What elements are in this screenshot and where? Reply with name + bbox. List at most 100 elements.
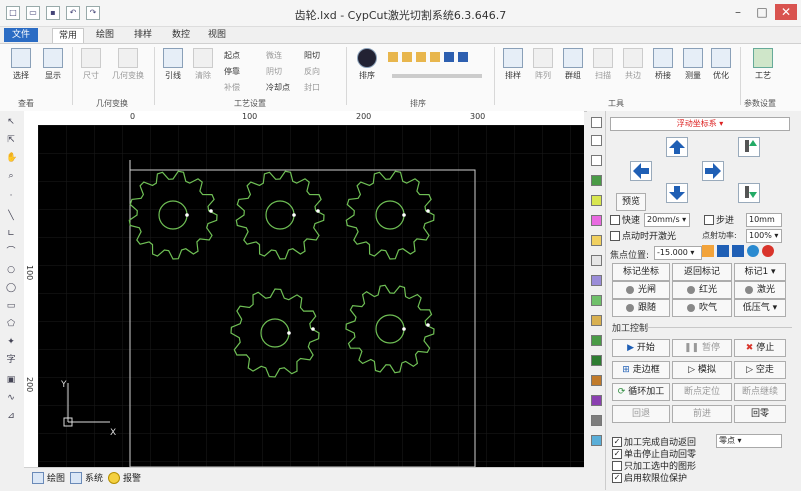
geo-transform-button[interactable]: 几何变换 bbox=[108, 48, 148, 81]
negative-cut-button[interactable]: 阴切 bbox=[266, 66, 282, 77]
sort-tool-icon[interactable] bbox=[430, 52, 440, 62]
gas-select[interactable]: 低压气 ▾ bbox=[734, 299, 786, 317]
jog-right-button[interactable] bbox=[702, 161, 724, 181]
focus-input[interactable]: -15.000 ▾ bbox=[654, 246, 702, 260]
retreat-button[interactable]: 回退 bbox=[612, 405, 670, 423]
reverse-button[interactable]: 反向 bbox=[304, 66, 320, 77]
line-icon[interactable]: ╲ bbox=[6, 211, 16, 221]
laser-button[interactable]: 激光 bbox=[734, 281, 786, 299]
coord-system-select[interactable]: 浮动坐标系 ▾ bbox=[610, 117, 790, 131]
minimize-button[interactable]: – bbox=[727, 4, 749, 20]
star-icon[interactable]: ✦ bbox=[6, 337, 16, 347]
blow-button[interactable]: 吹气 bbox=[672, 299, 732, 317]
tab-home[interactable]: 常用 bbox=[52, 28, 85, 43]
jog-up-button[interactable] bbox=[666, 137, 688, 157]
plus-icon[interactable] bbox=[732, 245, 744, 257]
layer-swatch[interactable] bbox=[591, 355, 602, 366]
ellipse-icon[interactable]: ◯ bbox=[6, 283, 16, 293]
show-button[interactable]: 显示 bbox=[38, 48, 68, 81]
layer-swatch[interactable] bbox=[591, 117, 602, 128]
layer-swatch[interactable] bbox=[591, 275, 602, 286]
micro-joint-button[interactable]: 微连 bbox=[266, 50, 282, 61]
layer-swatch[interactable] bbox=[591, 295, 602, 306]
z-up-button[interactable] bbox=[738, 137, 760, 157]
layer-swatch[interactable] bbox=[591, 375, 602, 386]
pause-button[interactable]: ❚❚ 暂停 bbox=[672, 339, 732, 357]
cooling-point-button[interactable]: 冷却点 bbox=[266, 82, 290, 93]
laser-on-click-checkbox[interactable]: 点动时开激光 bbox=[610, 229, 676, 242]
size-button[interactable]: 尺寸 bbox=[76, 48, 106, 81]
red-light-button[interactable]: 红光 bbox=[672, 281, 732, 299]
step-checkbox[interactable]: 步进 bbox=[704, 213, 734, 226]
text-icon[interactable]: 字 bbox=[6, 355, 16, 365]
zoom-icon[interactable]: ⌕ bbox=[6, 171, 16, 181]
drawing-canvas[interactable]: Y X bbox=[38, 125, 584, 468]
arc-icon[interactable]: ⌒ bbox=[6, 247, 16, 257]
power-select[interactable]: 100% ▾ bbox=[746, 229, 782, 243]
tab-system[interactable]: 系统 bbox=[70, 471, 103, 484]
pointer-icon[interactable]: ↖ bbox=[6, 117, 16, 127]
common-edge-button[interactable]: 共边 bbox=[618, 48, 648, 81]
layer-swatch[interactable] bbox=[591, 255, 602, 266]
layer-swatch[interactable] bbox=[591, 335, 602, 346]
tab-alarm[interactable]: 报警 bbox=[108, 471, 141, 484]
return-mark-button[interactable]: 返回标记 bbox=[672, 263, 732, 281]
shutter-button[interactable]: 光闸 bbox=[612, 281, 670, 299]
start-point-button[interactable]: 起点 bbox=[224, 50, 240, 61]
arrange-button[interactable]: 排样 bbox=[498, 48, 528, 81]
sort-tool-icon[interactable] bbox=[402, 52, 412, 62]
tab-nc[interactable]: 数控 bbox=[166, 28, 196, 42]
closed-button[interactable]: 封口 bbox=[304, 82, 320, 93]
play-icon[interactable] bbox=[702, 245, 714, 257]
fast-checkbox[interactable]: 快速 bbox=[610, 213, 640, 226]
bridge-button[interactable]: 桥接 bbox=[648, 48, 678, 81]
mark-coord-button[interactable]: 标记坐标 bbox=[612, 263, 670, 281]
layer-swatch[interactable] bbox=[591, 395, 602, 406]
loop-button[interactable]: ⟳ 循环加工 bbox=[612, 383, 670, 401]
layer-swatch[interactable] bbox=[591, 155, 602, 166]
spline-icon[interactable]: ∿ bbox=[6, 393, 16, 403]
positive-cut-button[interactable]: 阳切 bbox=[304, 50, 320, 61]
layer-swatch[interactable] bbox=[591, 315, 602, 326]
sort-button[interactable]: 排序 bbox=[352, 48, 382, 81]
cancel-icon[interactable] bbox=[762, 245, 774, 257]
group-button[interactable]: 群组 bbox=[558, 48, 588, 81]
breakpoint-continue-button[interactable]: 断点继续 bbox=[734, 383, 786, 401]
array-button[interactable]: 阵列 bbox=[528, 48, 558, 81]
follow-button[interactable]: 跟随 bbox=[612, 299, 670, 317]
step-select[interactable]: 10mm ▾ bbox=[746, 213, 782, 236]
sort-tool-icon[interactable] bbox=[388, 52, 398, 62]
tab-file[interactable]: 文件 bbox=[4, 28, 38, 42]
measure-button[interactable]: 测量 bbox=[678, 48, 708, 81]
select-button[interactable]: 选择 bbox=[6, 48, 36, 81]
sort-slider[interactable] bbox=[392, 74, 482, 78]
mark1-select[interactable]: 标记1 ▾ bbox=[734, 263, 786, 281]
minus-icon[interactable] bbox=[717, 245, 729, 257]
stop-button-ribbon[interactable]: 停靠 bbox=[224, 66, 240, 77]
forward-button[interactable]: 前进 bbox=[672, 405, 732, 423]
optimize-button[interactable]: 优化 bbox=[706, 48, 736, 81]
polyline-icon[interactable]: ∟ bbox=[6, 229, 16, 239]
clear-button[interactable]: 清除 bbox=[188, 48, 218, 81]
tab-draw[interactable]: 绘图 bbox=[90, 28, 120, 42]
fast-speed-select[interactable]: 20mm/s ▾ bbox=[644, 213, 690, 227]
frame-button[interactable]: ⊞ 走边框 bbox=[612, 361, 670, 379]
preview-button[interactable]: 预览 bbox=[616, 193, 646, 211]
return-zero-button[interactable]: 回零 bbox=[734, 405, 786, 423]
process-button[interactable]: 工艺 bbox=[748, 48, 778, 81]
lead-button[interactable]: 引线 bbox=[158, 48, 188, 81]
tab-nest[interactable]: 排样 bbox=[128, 28, 158, 42]
polygon-icon[interactable]: ⬠ bbox=[6, 319, 16, 329]
layer-swatch[interactable] bbox=[591, 215, 602, 226]
prev-icon[interactable] bbox=[444, 52, 454, 62]
next-icon[interactable] bbox=[458, 52, 468, 62]
simulate-button[interactable]: ▷ 模拟 bbox=[672, 361, 732, 379]
compensation-button[interactable]: 补偿 bbox=[224, 82, 240, 93]
return-target-select[interactable]: 零点 ▾ bbox=[716, 434, 782, 448]
layer-swatch[interactable] bbox=[591, 135, 602, 146]
layer-swatch[interactable] bbox=[591, 175, 602, 186]
dot-icon[interactable]: · bbox=[6, 191, 16, 201]
layer-swatch[interactable] bbox=[591, 235, 602, 246]
close-button[interactable]: ✕ bbox=[775, 4, 797, 20]
jog-left-button[interactable] bbox=[630, 161, 652, 181]
